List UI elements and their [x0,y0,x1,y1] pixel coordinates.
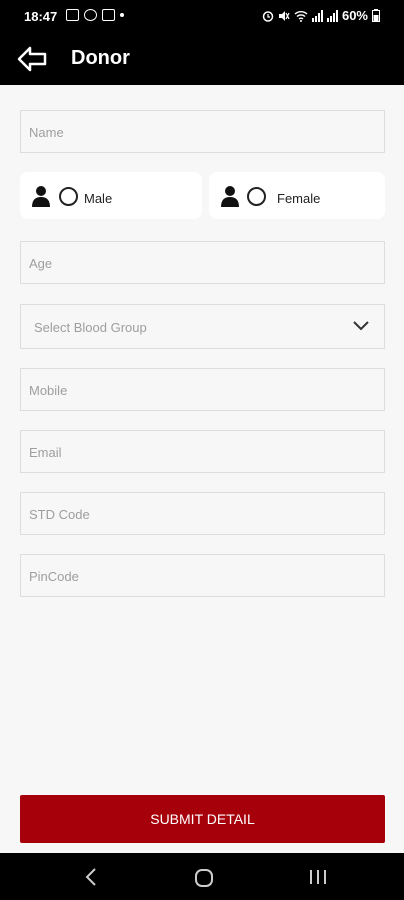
male-radio-icon[interactable] [59,187,78,206]
status-bar: 18:47 60% [0,0,404,33]
signal-icon-1 [311,9,323,22]
system-nav-bar [0,853,404,900]
age-field[interactable]: Age [20,241,385,284]
back-button[interactable] [16,45,48,73]
mute-icon [278,10,290,21]
signal-icon-2 [326,9,338,22]
name-placeholder: Name [29,125,64,140]
std-code-placeholder: STD Code [29,507,90,522]
person-icon [221,186,239,207]
gender-option-female[interactable]: Female [209,172,385,219]
nav-recents-icon[interactable] [308,867,328,887]
donor-form: Name Male Female Age Select Blood Group … [0,85,404,853]
pincode-field[interactable]: PinCode [20,554,385,597]
more-notifications-icon [120,13,124,17]
app-bar: Donor [0,33,404,85]
notification-icons [66,9,124,21]
submit-detail-button[interactable]: SUBMIT DETAIL [20,795,385,843]
messenger-notification-icon [84,9,97,21]
back-arrow-icon [17,46,47,72]
nav-back-icon[interactable] [84,867,98,887]
email-placeholder: Email [29,445,62,460]
battery-text: 60% [341,8,368,23]
female-radio-icon[interactable] [247,187,266,206]
blood-group-placeholder: Select Blood Group [34,320,147,335]
pincode-placeholder: PinCode [29,569,79,584]
gallery-notification-icon [66,9,79,21]
mobile-field[interactable]: Mobile [20,368,385,411]
name-field[interactable]: Name [20,110,385,153]
page-title: Donor [71,47,130,69]
std-code-field[interactable]: STD Code [20,492,385,535]
chevron-down-icon [353,321,369,331]
app-notification-icon [102,9,115,21]
alarm-icon [262,10,274,22]
female-label: Female [277,191,321,206]
system-icons: 60% [262,8,380,23]
mobile-placeholder: Mobile [29,383,68,398]
age-placeholder: Age [29,256,53,271]
nav-home-icon[interactable] [194,868,214,888]
wifi-icon [294,10,308,22]
blood-group-select[interactable]: Select Blood Group [20,304,385,349]
male-label: Male [84,191,113,206]
battery-icon [372,9,380,22]
status-time: 18:47 [24,9,58,24]
person-icon [32,186,50,207]
gender-option-male[interactable]: Male [20,172,202,219]
email-field[interactable]: Email [20,430,385,473]
